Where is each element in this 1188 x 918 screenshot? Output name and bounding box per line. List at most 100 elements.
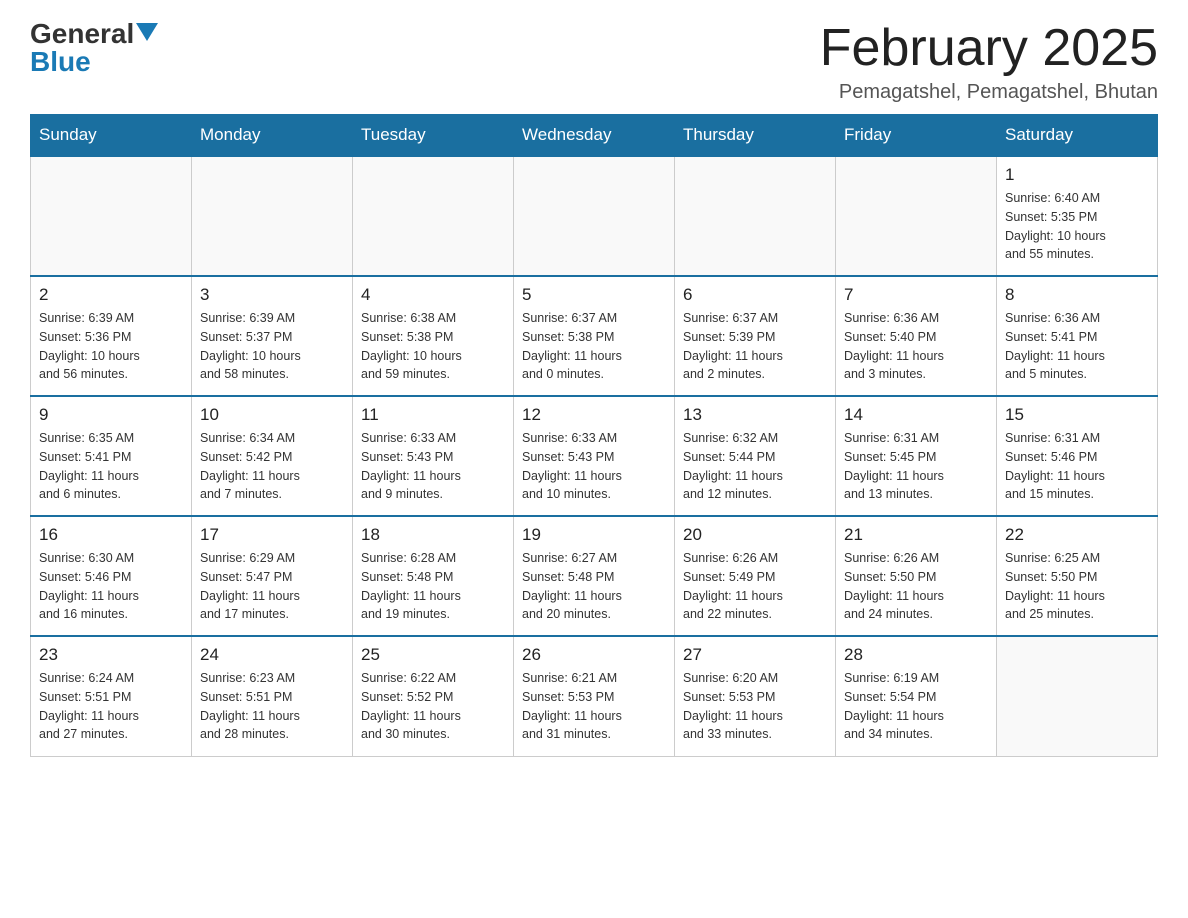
title-section: February 2025 Pemagatshel, Pemagatshel, … bbox=[820, 20, 1158, 104]
day-info: Sunrise: 6:21 AM Sunset: 5:53 PM Dayligh… bbox=[522, 671, 622, 741]
week-row-1: 1Sunrise: 6:40 AM Sunset: 5:35 PM Daylig… bbox=[31, 156, 1158, 276]
day-number: 7 bbox=[844, 285, 988, 305]
day-number: 1 bbox=[1005, 165, 1149, 185]
week-row-3: 9Sunrise: 6:35 AM Sunset: 5:41 PM Daylig… bbox=[31, 396, 1158, 516]
day-info: Sunrise: 6:24 AM Sunset: 5:51 PM Dayligh… bbox=[39, 671, 139, 741]
calendar-cell: 23 Sunrise: 6:24 AM Sunset: 5:51 PM Dayli… bbox=[31, 636, 192, 756]
day-number: 27 bbox=[683, 645, 827, 665]
week-row-5: 23 Sunrise: 6:24 AM Sunset: 5:51 PM Dayli… bbox=[31, 636, 1158, 756]
calendar-cell: 2 Sunrise: 6:39 AM Sunset: 5:36 PM Daylig… bbox=[31, 276, 192, 396]
weekday-header-tuesday: Tuesday bbox=[353, 115, 514, 157]
calendar-cell bbox=[997, 636, 1158, 756]
calendar-subtitle: Pemagatshel, Pemagatshel, Bhutan bbox=[820, 81, 1158, 104]
calendar-cell: 18 Sunrise: 6:28 AM Sunset: 5:48 PM Dayli… bbox=[353, 516, 514, 636]
calendar-cell: 5 Sunrise: 6:37 AM Sunset: 5:38 PM Daylig… bbox=[514, 276, 675, 396]
day-info: Sunrise: 6:27 AM Sunset: 5:48 PM Dayligh… bbox=[522, 551, 622, 621]
week-row-2: 2 Sunrise: 6:39 AM Sunset: 5:36 PM Daylig… bbox=[31, 276, 1158, 396]
day-info: Sunrise: 6:22 AM Sunset: 5:52 PM Dayligh… bbox=[361, 671, 461, 741]
calendar-cell: 3 Sunrise: 6:39 AM Sunset: 5:37 PM Daylig… bbox=[192, 276, 353, 396]
day-number: 13 bbox=[683, 405, 827, 425]
day-info: Sunrise: 6:33 AM Sunset: 5:43 PM Dayligh… bbox=[522, 431, 622, 501]
week-row-4: 16 Sunrise: 6:30 AM Sunset: 5:46 PM Dayli… bbox=[31, 516, 1158, 636]
calendar-cell: 6 Sunrise: 6:37 AM Sunset: 5:39 PM Daylig… bbox=[675, 276, 836, 396]
calendar-cell: 21 Sunrise: 6:26 AM Sunset: 5:50 PM Dayli… bbox=[836, 516, 997, 636]
weekday-header-sunday: Sunday bbox=[31, 115, 192, 157]
day-info: Sunrise: 6:31 AM Sunset: 5:45 PM Dayligh… bbox=[844, 431, 944, 501]
day-info: Sunrise: 6:31 AM Sunset: 5:46 PM Dayligh… bbox=[1005, 431, 1105, 501]
calendar-cell: 28 Sunrise: 6:19 AM Sunset: 5:54 PM Dayli… bbox=[836, 636, 997, 756]
calendar-cell: 15Sunrise: 6:31 AM Sunset: 5:46 PM Dayli… bbox=[997, 396, 1158, 516]
day-info: Sunrise: 6:37 AM Sunset: 5:39 PM Dayligh… bbox=[683, 311, 783, 381]
day-info: Sunrise: 6:25 AM Sunset: 5:50 PM Dayligh… bbox=[1005, 551, 1105, 621]
day-info: Sunrise: 6:37 AM Sunset: 5:38 PM Dayligh… bbox=[522, 311, 622, 381]
calendar-cell: 11Sunrise: 6:33 AM Sunset: 5:43 PM Dayli… bbox=[353, 396, 514, 516]
calendar-cell bbox=[675, 156, 836, 276]
calendar-table: SundayMondayTuesdayWednesdayThursdayFrid… bbox=[30, 114, 1158, 757]
calendar-cell: 22 Sunrise: 6:25 AM Sunset: 5:50 PM Dayli… bbox=[997, 516, 1158, 636]
day-info: Sunrise: 6:32 AM Sunset: 5:44 PM Dayligh… bbox=[683, 431, 783, 501]
calendar-cell: 12Sunrise: 6:33 AM Sunset: 5:43 PM Dayli… bbox=[514, 396, 675, 516]
calendar-cell bbox=[836, 156, 997, 276]
day-number: 28 bbox=[844, 645, 988, 665]
day-number: 16 bbox=[39, 525, 183, 545]
day-info: Sunrise: 6:20 AM Sunset: 5:53 PM Dayligh… bbox=[683, 671, 783, 741]
day-number: 21 bbox=[844, 525, 988, 545]
calendar-cell: 16 Sunrise: 6:30 AM Sunset: 5:46 PM Dayli… bbox=[31, 516, 192, 636]
calendar-body: 1Sunrise: 6:40 AM Sunset: 5:35 PM Daylig… bbox=[31, 156, 1158, 756]
day-info: Sunrise: 6:23 AM Sunset: 5:51 PM Dayligh… bbox=[200, 671, 300, 741]
day-info: Sunrise: 6:26 AM Sunset: 5:50 PM Dayligh… bbox=[844, 551, 944, 621]
day-info: Sunrise: 6:28 AM Sunset: 5:48 PM Dayligh… bbox=[361, 551, 461, 621]
day-number: 20 bbox=[683, 525, 827, 545]
calendar-cell: 7 Sunrise: 6:36 AM Sunset: 5:40 PM Daylig… bbox=[836, 276, 997, 396]
calendar-cell: 13 Sunrise: 6:32 AM Sunset: 5:44 PM Dayli… bbox=[675, 396, 836, 516]
calendar-cell bbox=[353, 156, 514, 276]
calendar-cell: 27 Sunrise: 6:20 AM Sunset: 5:53 PM Dayli… bbox=[675, 636, 836, 756]
calendar-cell bbox=[31, 156, 192, 276]
calendar-cell: 10 Sunrise: 6:34 AM Sunset: 5:42 PM Dayli… bbox=[192, 396, 353, 516]
day-info: Sunrise: 6:29 AM Sunset: 5:47 PM Dayligh… bbox=[200, 551, 300, 621]
logo-blue-text: Blue bbox=[30, 46, 91, 77]
calendar-cell bbox=[192, 156, 353, 276]
calendar-cell: 1Sunrise: 6:40 AM Sunset: 5:35 PM Daylig… bbox=[997, 156, 1158, 276]
day-number: 18 bbox=[361, 525, 505, 545]
day-info: Sunrise: 6:26 AM Sunset: 5:49 PM Dayligh… bbox=[683, 551, 783, 621]
day-info: Sunrise: 6:36 AM Sunset: 5:41 PM Dayligh… bbox=[1005, 311, 1105, 381]
day-info: Sunrise: 6:39 AM Sunset: 5:36 PM Dayligh… bbox=[39, 311, 140, 381]
weekday-header-wednesday: Wednesday bbox=[514, 115, 675, 157]
day-info: Sunrise: 6:38 AM Sunset: 5:38 PM Dayligh… bbox=[361, 311, 462, 381]
weekday-header-friday: Friday bbox=[836, 115, 997, 157]
day-info: Sunrise: 6:34 AM Sunset: 5:42 PM Dayligh… bbox=[200, 431, 300, 501]
calendar-title: February 2025 bbox=[820, 20, 1158, 77]
day-number: 24 bbox=[200, 645, 344, 665]
logo: General Blue bbox=[30, 20, 158, 76]
logo-general-text: General bbox=[30, 20, 134, 48]
day-number: 5 bbox=[522, 285, 666, 305]
calendar-cell: 25Sunrise: 6:22 AM Sunset: 5:52 PM Dayli… bbox=[353, 636, 514, 756]
day-number: 3 bbox=[200, 285, 344, 305]
calendar-cell: 17Sunrise: 6:29 AM Sunset: 5:47 PM Dayli… bbox=[192, 516, 353, 636]
day-number: 2 bbox=[39, 285, 183, 305]
day-info: Sunrise: 6:30 AM Sunset: 5:46 PM Dayligh… bbox=[39, 551, 139, 621]
weekday-header-monday: Monday bbox=[192, 115, 353, 157]
weekday-header-thursday: Thursday bbox=[675, 115, 836, 157]
day-info: Sunrise: 6:33 AM Sunset: 5:43 PM Dayligh… bbox=[361, 431, 461, 501]
day-info: Sunrise: 6:36 AM Sunset: 5:40 PM Dayligh… bbox=[844, 311, 944, 381]
day-number: 26 bbox=[522, 645, 666, 665]
calendar-cell: 20 Sunrise: 6:26 AM Sunset: 5:49 PM Dayli… bbox=[675, 516, 836, 636]
calendar-cell: 4 Sunrise: 6:38 AM Sunset: 5:38 PM Daylig… bbox=[353, 276, 514, 396]
day-info: Sunrise: 6:19 AM Sunset: 5:54 PM Dayligh… bbox=[844, 671, 944, 741]
logo-arrow-icon bbox=[136, 23, 158, 41]
day-number: 10 bbox=[200, 405, 344, 425]
day-number: 4 bbox=[361, 285, 505, 305]
weekday-header-row: SundayMondayTuesdayWednesdayThursdayFrid… bbox=[31, 115, 1158, 157]
calendar-cell: 14 Sunrise: 6:31 AM Sunset: 5:45 PM Dayli… bbox=[836, 396, 997, 516]
page-header: General Blue February 2025 Pemagatshel, … bbox=[30, 20, 1158, 104]
calendar-cell: 24 Sunrise: 6:23 AM Sunset: 5:51 PM Dayli… bbox=[192, 636, 353, 756]
day-number: 6 bbox=[683, 285, 827, 305]
day-info: Sunrise: 6:35 AM Sunset: 5:41 PM Dayligh… bbox=[39, 431, 139, 501]
calendar-cell: 26 Sunrise: 6:21 AM Sunset: 5:53 PM Dayli… bbox=[514, 636, 675, 756]
day-info: Sunrise: 6:39 AM Sunset: 5:37 PM Dayligh… bbox=[200, 311, 301, 381]
day-number: 23 bbox=[39, 645, 183, 665]
day-number: 22 bbox=[1005, 525, 1149, 545]
day-number: 14 bbox=[844, 405, 988, 425]
